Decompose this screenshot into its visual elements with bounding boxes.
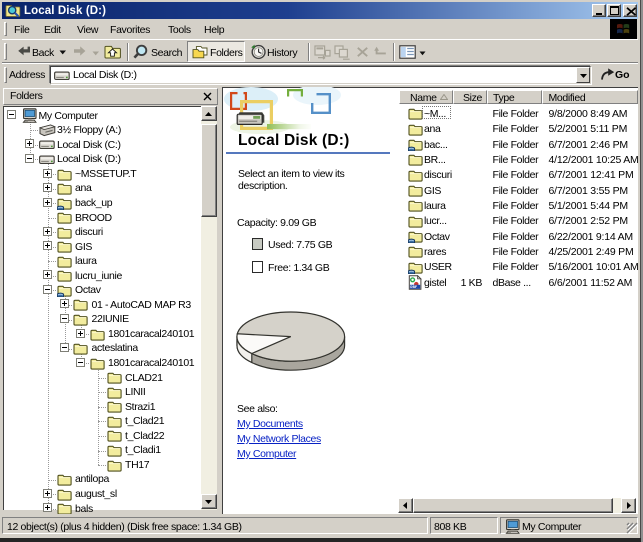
svg-text:DBF: DBF bbox=[410, 286, 418, 290]
